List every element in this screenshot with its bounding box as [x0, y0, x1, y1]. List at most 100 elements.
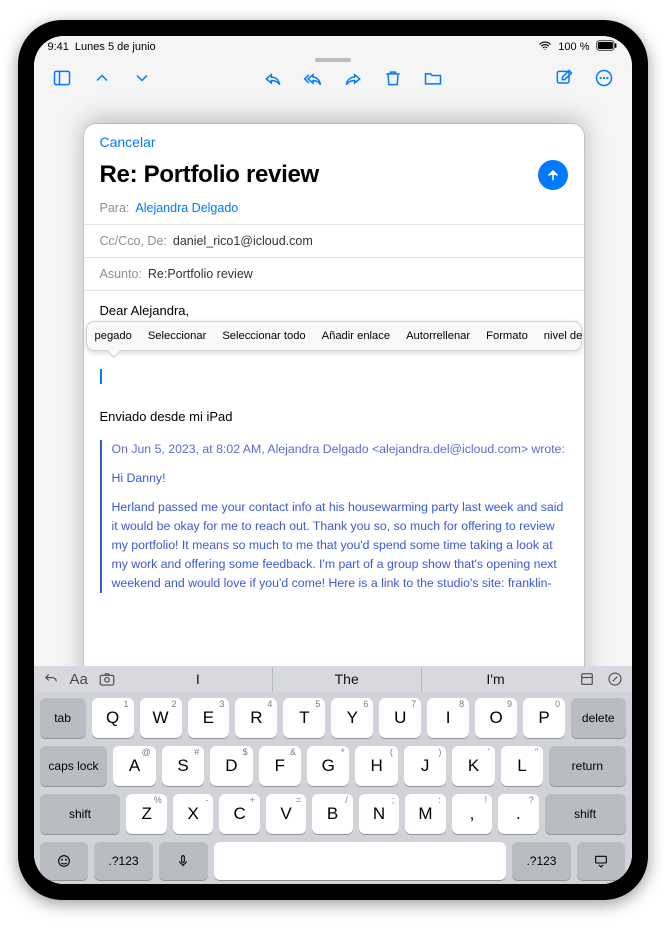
- prediction-1[interactable]: I: [124, 667, 272, 691]
- screen: 9:41 Lunes 5 de junio 100 %: [34, 36, 632, 884]
- key-g[interactable]: *G: [307, 746, 349, 786]
- reply-button[interactable]: [255, 62, 291, 94]
- key-l[interactable]: "L: [501, 746, 543, 786]
- cc-label: Cc/Cco, De:: [100, 234, 167, 248]
- folder-button[interactable]: [415, 62, 451, 94]
- sidebar-toggle-button[interactable]: [44, 62, 80, 94]
- handwriting-icon[interactable]: [606, 670, 624, 688]
- key-v[interactable]: =V: [266, 794, 306, 834]
- key-d[interactable]: $D: [210, 746, 252, 786]
- key-x[interactable]: -X: [173, 794, 213, 834]
- multitask-grabber[interactable]: [315, 58, 351, 62]
- cancel-button[interactable]: Cancelar: [100, 134, 156, 150]
- send-button[interactable]: [538, 160, 568, 190]
- key-row-2: caps lock @A #S $D &F *G (H )J 'K "L ret…: [34, 742, 632, 790]
- menu-select-all[interactable]: Seleccionar todo: [214, 328, 313, 345]
- scan-icon[interactable]: [578, 670, 596, 688]
- numbers-key-right[interactable]: .?123: [512, 842, 571, 880]
- subject-field[interactable]: Asunto: Re:Portfolio review: [84, 258, 584, 291]
- battery-icon: [596, 40, 618, 54]
- dismiss-keyboard-key[interactable]: [577, 842, 626, 880]
- numbers-key-left[interactable]: .?123: [94, 842, 153, 880]
- subject-label: Asunto:: [100, 267, 142, 281]
- compose-button[interactable]: [546, 62, 582, 94]
- key-k[interactable]: 'K: [452, 746, 494, 786]
- battery-text: 100 %: [558, 41, 589, 53]
- mail-toolbar: [34, 58, 632, 98]
- quote-header: On Jun 5, 2023, at 8:02 AM, Alejandra De…: [112, 440, 568, 459]
- to-label: Para:: [100, 201, 130, 215]
- text-cursor: [100, 369, 102, 384]
- emoji-key[interactable]: [40, 842, 89, 880]
- key-row-4: .?123 .?123: [34, 838, 632, 884]
- key-t[interactable]: 5T: [283, 698, 325, 738]
- delete-key[interactable]: delete: [571, 698, 626, 738]
- space-key[interactable]: [214, 842, 507, 880]
- compose-title: Re: Portfolio review: [100, 161, 319, 189]
- reply-all-button[interactable]: [295, 62, 331, 94]
- key-n[interactable]: ;N: [359, 794, 399, 834]
- key-period[interactable]: ?.: [498, 794, 538, 834]
- quote-greeting: Hi Danny!: [112, 469, 568, 488]
- menu-format[interactable]: Formato: [478, 328, 536, 345]
- predictive-bar: Aa I The I'm: [34, 666, 632, 692]
- key-e[interactable]: 3E: [188, 698, 230, 738]
- dictation-key[interactable]: [159, 842, 208, 880]
- text-edit-menu: pegado Seleccionar Seleccionar todo Añad…: [86, 321, 582, 351]
- key-a[interactable]: @A: [113, 746, 155, 786]
- key-c[interactable]: +C: [219, 794, 259, 834]
- menu-select[interactable]: Seleccionar: [140, 328, 214, 345]
- to-value[interactable]: Alejandra Delgado: [135, 201, 238, 215]
- key-m[interactable]: :M: [405, 794, 445, 834]
- forward-button[interactable]: [335, 62, 371, 94]
- key-row-3: shift %Z -X +C =V /B ;N :M !, ?. shift: [34, 790, 632, 838]
- status-date: Lunes 5 de junio: [75, 41, 156, 53]
- greeting-text: Dear Alejandra,: [100, 301, 568, 321]
- key-b[interactable]: /B: [312, 794, 352, 834]
- shift-key-right[interactable]: shift: [545, 794, 626, 834]
- status-bar: 9:41 Lunes 5 de junio 100 %: [34, 36, 632, 58]
- capslock-key[interactable]: caps lock: [40, 746, 108, 786]
- menu-quote-level[interactable]: nivel de cita: [536, 328, 584, 345]
- key-row-1: tab 1Q 2W 3E 4R 5T 6Y 7U 8I 9O 0P delete: [34, 692, 632, 742]
- shift-key-left[interactable]: shift: [40, 794, 121, 834]
- key-y[interactable]: 6Y: [331, 698, 373, 738]
- key-i[interactable]: 8I: [427, 698, 469, 738]
- signature-text: Enviado desde mi iPad: [100, 407, 568, 427]
- cursor-line: [100, 369, 568, 385]
- quote-body: Herland passed me your contact info at h…: [112, 498, 568, 593]
- key-q[interactable]: 1Q: [92, 698, 134, 738]
- onscreen-keyboard: Aa I The I'm tab 1Q 2W 3E 4R: [34, 666, 632, 884]
- trash-button[interactable]: [375, 62, 411, 94]
- menu-autofill[interactable]: Autorrellenar: [398, 328, 478, 345]
- menu-paste[interactable]: pegado: [87, 328, 140, 345]
- key-s[interactable]: #S: [162, 746, 204, 786]
- prediction-3[interactable]: I'm: [421, 667, 570, 691]
- prev-message-button[interactable]: [84, 62, 120, 94]
- subject-value: Re:Portfolio review: [148, 267, 253, 281]
- next-message-button[interactable]: [124, 62, 160, 94]
- key-h[interactable]: (H: [355, 746, 397, 786]
- key-j[interactable]: )J: [404, 746, 446, 786]
- undo-icon[interactable]: [42, 670, 60, 688]
- more-button[interactable]: [586, 62, 622, 94]
- tab-key[interactable]: tab: [40, 698, 86, 738]
- menu-add-link[interactable]: Añadir enlace: [314, 328, 398, 345]
- camera-icon[interactable]: [98, 670, 116, 688]
- key-comma[interactable]: !,: [452, 794, 492, 834]
- key-p[interactable]: 0P: [523, 698, 565, 738]
- key-f[interactable]: &F: [259, 746, 301, 786]
- key-o[interactable]: 9O: [475, 698, 517, 738]
- quoted-reply: On Jun 5, 2023, at 8:02 AM, Alejandra De…: [100, 440, 568, 593]
- key-r[interactable]: 4R: [235, 698, 277, 738]
- prediction-2[interactable]: The: [272, 667, 421, 691]
- key-z[interactable]: %Z: [126, 794, 166, 834]
- format-aa[interactable]: Aa: [70, 671, 88, 688]
- to-field[interactable]: Para: Alejandra Delgado: [84, 192, 584, 225]
- return-key[interactable]: return: [549, 746, 625, 786]
- wifi-icon: [538, 39, 552, 56]
- key-w[interactable]: 2W: [140, 698, 182, 738]
- key-u[interactable]: 7U: [379, 698, 421, 738]
- cc-field[interactable]: Cc/Cco, De: daniel_rico1@icloud.com: [84, 225, 584, 258]
- ipad-frame: 9:41 Lunes 5 de junio 100 %: [18, 20, 648, 900]
